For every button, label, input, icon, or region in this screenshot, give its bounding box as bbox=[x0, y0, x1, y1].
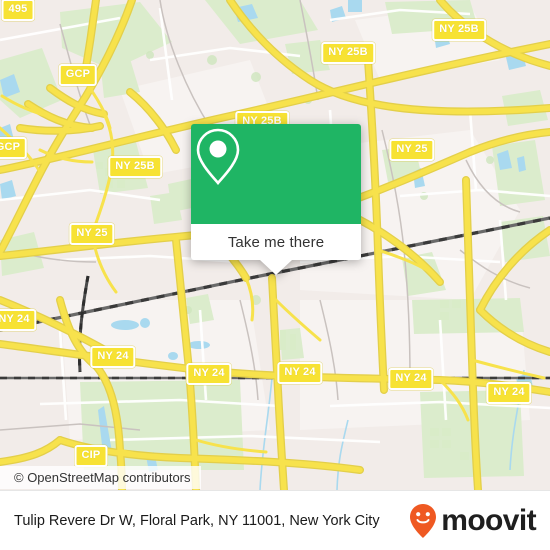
moovit-logo[interactable]: moovit bbox=[408, 503, 537, 539]
card-image-area bbox=[191, 124, 361, 224]
road-shield: NY 24 bbox=[486, 382, 532, 404]
road-shield: NY 24 bbox=[388, 368, 434, 390]
road-shield: NY 25 bbox=[69, 223, 115, 245]
location-card[interactable]: Take me there bbox=[191, 124, 361, 275]
road-shield: NY 24 bbox=[277, 362, 323, 384]
card-pointer-tail bbox=[260, 260, 292, 275]
road-shield: NY 25B bbox=[321, 42, 375, 64]
road-shield: NY 24 bbox=[0, 309, 37, 331]
moovit-wordmark: moovit bbox=[441, 503, 536, 537]
road-shield: NY 25 bbox=[389, 139, 435, 161]
road-shield: 495 bbox=[1, 0, 35, 21]
moovit-pin-icon bbox=[410, 503, 437, 538]
moovit-map-screen: 495 GCP GCP NY 25B NY 25B NY 25B NY 25B NY 25 NY… bbox=[0, 0, 550, 550]
map-canvas[interactable]: 495 GCP GCP NY 25B NY 25B NY 25B NY 25B NY 25 NY… bbox=[0, 0, 550, 490]
road-shield: NY 24 bbox=[186, 363, 232, 385]
road-shield: NY 25B bbox=[108, 156, 162, 178]
road-shield: NY 25B bbox=[432, 19, 486, 41]
road-shield: GCP bbox=[0, 137, 28, 159]
take-me-there-label: Take me there bbox=[227, 233, 325, 251]
road-shield: CIP bbox=[74, 445, 108, 467]
map-pin-icon bbox=[196, 128, 240, 186]
osm-attribution[interactable]: © OpenStreetMap contributors bbox=[0, 466, 201, 489]
footer-bar: Tulip Revere Dr W, Floral Park, NY 11001… bbox=[0, 490, 550, 550]
address-text: Tulip Revere Dr W, Floral Park, NY 11001… bbox=[14, 512, 380, 529]
card-action-bar[interactable]: Take me there bbox=[191, 224, 361, 275]
road-shield: NY 24 bbox=[90, 346, 136, 368]
road-shield: GCP bbox=[58, 64, 98, 86]
